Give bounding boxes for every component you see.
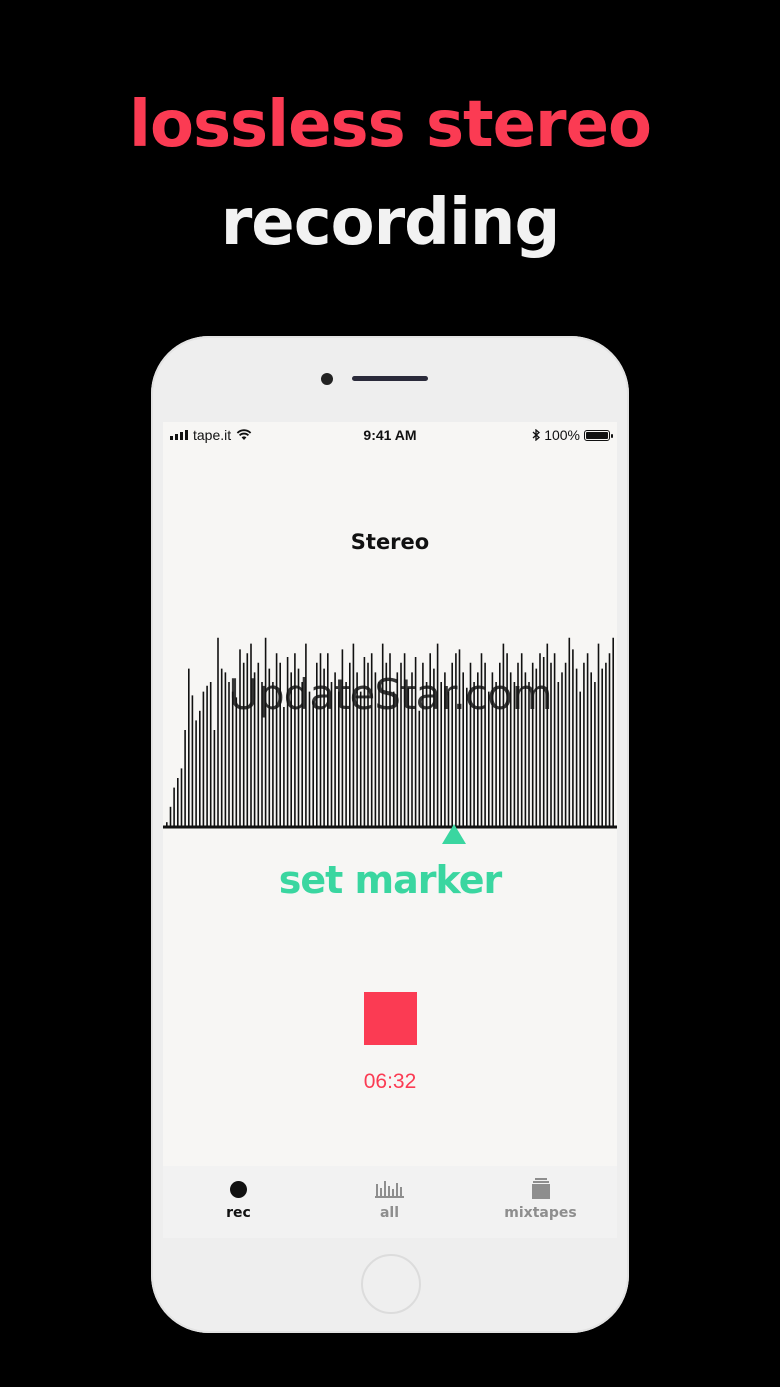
watermark: UpdateStar.com [228, 670, 552, 719]
status-bar: tape.it 9:41 AM 100% [163, 422, 617, 448]
tab-rec[interactable]: rec [163, 1166, 314, 1238]
status-right: 100% [532, 427, 613, 443]
elapsed-time: 06:32 [363, 1070, 417, 1093]
record-dot-icon [230, 1180, 247, 1198]
bars-icon [374, 1181, 404, 1198]
set-marker-button[interactable]: set marker [163, 858, 617, 902]
tab-label: mixtapes [504, 1205, 577, 1221]
bluetooth-icon [532, 429, 541, 441]
headline-line-2: recording [220, 186, 561, 260]
waveform [163, 637, 617, 829]
earpiece-speaker [352, 376, 428, 381]
battery-icon [584, 429, 613, 441]
front-camera [321, 373, 333, 385]
app-screen: tape.it 9:41 AM 100% Stereo UpdateStar.c… [163, 422, 617, 1232]
tab-label: all [379, 1205, 400, 1221]
marker-triangle-icon [442, 824, 466, 844]
home-button[interactable] [361, 1254, 421, 1314]
tab-mixtapes[interactable]: mixtapes [465, 1166, 616, 1238]
stop-button[interactable] [364, 992, 417, 1045]
tab-label: rec [226, 1205, 251, 1221]
headline-line-1: lossless stereo [129, 88, 652, 162]
tab-all[interactable]: all [314, 1166, 465, 1238]
battery-percent: 100% [544, 427, 580, 443]
tab-bar: rec all mixtapes [163, 1166, 617, 1238]
recording-title: Stereo [350, 530, 430, 554]
stack-icon [531, 1178, 550, 1199]
